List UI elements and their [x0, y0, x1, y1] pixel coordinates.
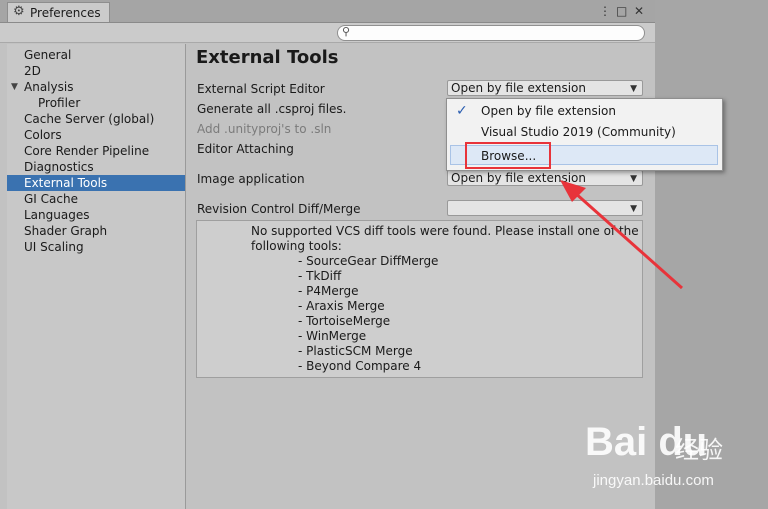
- watermark-brand: 经验: [675, 436, 723, 464]
- watermark-url: jingyan.baidu.com: [593, 472, 714, 489]
- baidu-watermark: Bai du 经验 jingyan.baidu.com: [585, 420, 765, 505]
